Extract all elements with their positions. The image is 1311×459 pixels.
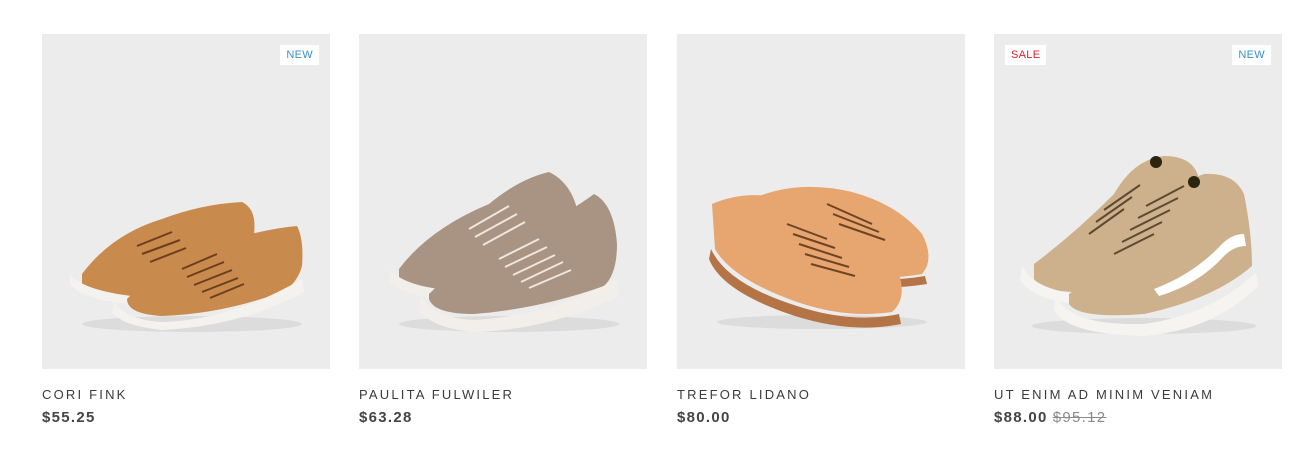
product-card: NEW CORI FINK $55.25 <box>42 34 330 426</box>
product-title[interactable]: TREFOR LIDANO <box>677 387 811 402</box>
product-price: $55.25 <box>42 409 96 426</box>
product-card: SALE NEW UT ENIM AD MINIM VENIAM $88.00 $… <box>994 34 1282 426</box>
khaki-high-top-sneakers-image <box>1020 156 1258 336</box>
product-image-link[interactable] <box>359 34 647 369</box>
product-old-price: $95.12 <box>1052 409 1107 426</box>
product-image-link[interactable] <box>677 34 965 369</box>
taupe-perforated-sneakers-image <box>389 172 619 332</box>
product-title[interactable]: PAULITA FULWILER <box>359 387 514 402</box>
product-card: PAULITA FULWILER $63.28 <box>359 34 647 426</box>
new-badge: NEW <box>1232 45 1271 65</box>
product-image-link[interactable]: SALE NEW <box>994 34 1282 369</box>
product-title[interactable]: UT ENIM AD MINIM VENIAM <box>994 387 1214 402</box>
sale-badge: SALE <box>1005 45 1047 65</box>
product-price: $88.00 <box>994 409 1048 426</box>
tan-leather-low-top-sneakers-image <box>70 202 304 332</box>
new-badge: NEW <box>280 45 319 65</box>
product-price-block: $55.25 <box>42 409 96 426</box>
product-price: $80.00 <box>677 409 731 426</box>
product-grid: NEW CORI FINK $55.25 PAULITA FULWILER $6… <box>42 34 1282 444</box>
natural-leather-derby-shoes-image <box>709 186 929 329</box>
product-price-block: $63.28 <box>359 409 413 426</box>
product-card: TREFOR LIDANO $80.00 <box>677 34 965 426</box>
product-title[interactable]: CORI FINK <box>42 387 128 402</box>
product-image-link[interactable]: NEW <box>42 34 330 369</box>
product-price-block: $80.00 <box>677 409 731 426</box>
product-price-block: $88.00 $95.12 <box>994 409 1106 426</box>
product-price: $63.28 <box>359 409 413 426</box>
